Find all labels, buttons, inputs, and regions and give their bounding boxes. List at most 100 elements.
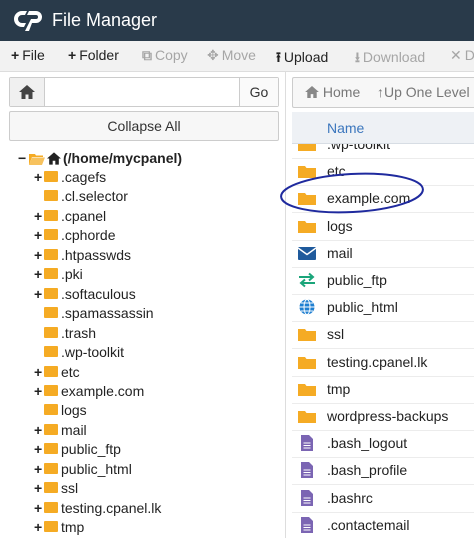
file-row[interactable]: .bash_profile: [292, 457, 474, 486]
pane-divider[interactable]: [285, 71, 286, 538]
file-list-header: Name: [292, 112, 474, 144]
expand-toggle-icon[interactable]: +: [34, 207, 44, 226]
tree-item[interactable]: + .pki: [34, 265, 274, 284]
tree-item-label: logs: [61, 402, 87, 419]
tree-item-label: .pki: [61, 266, 83, 283]
up-one-level-button[interactable]: ↑Up One Level: [377, 84, 470, 100]
tree-item[interactable]: .cl.selector: [34, 187, 274, 206]
tree-item[interactable]: + .cphorde: [34, 226, 274, 245]
tree-item[interactable]: + mail: [34, 421, 274, 440]
file-row[interactable]: .bashrc: [292, 485, 474, 513]
tree-item-label: .softaculous: [61, 285, 136, 302]
file-name: .contactemail: [327, 516, 410, 533]
expand-toggle-icon[interactable]: +: [34, 265, 44, 284]
tree-item[interactable]: + public_ftp: [34, 440, 274, 459]
file-row[interactable]: testing.cpanel.lk: [292, 349, 474, 377]
upload-button[interactable]: ⭱ Upload: [276, 47, 328, 71]
tree-item[interactable]: + .cagefs: [34, 168, 274, 187]
tree-item[interactable]: .wp-toolkit: [34, 343, 274, 362]
collapse-toggle-icon[interactable]: −: [18, 149, 28, 168]
expand-toggle-icon[interactable]: +: [34, 168, 44, 187]
tree-item-label: public_html: [61, 460, 132, 477]
tree-item-label: .htpasswds: [61, 246, 132, 263]
folder-icon: [44, 346, 58, 358]
file-row[interactable]: public_ftp: [292, 267, 474, 295]
tree-item-label: public_ftp: [61, 441, 121, 458]
go-button[interactable]: Go: [239, 78, 278, 106]
file-name: .bash_logout: [327, 435, 408, 452]
folder-icon: [44, 209, 58, 221]
tree-item[interactable]: logs: [34, 401, 274, 420]
expand-toggle-icon[interactable]: +: [34, 285, 44, 304]
tree-root-label: (/home/mycpanel): [63, 150, 183, 166]
expand-toggle-icon[interactable]: +: [34, 460, 44, 479]
move-button[interactable]: ✥ Move: [207, 47, 256, 64]
folder-icon: [44, 365, 58, 377]
tree-root[interactable]: − (/home/mycpanel): [18, 149, 278, 168]
move-icon: ✥: [207, 47, 219, 63]
expand-toggle-icon[interactable]: +: [34, 226, 44, 245]
tree-item[interactable]: .spamassassin: [34, 304, 274, 323]
text-file-icon: [298, 462, 316, 479]
tree-item[interactable]: + ssl: [34, 479, 274, 498]
tree-item[interactable]: + testing.cpanel.lk: [34, 499, 274, 518]
file-name: mail: [327, 244, 353, 261]
file-name: logs: [327, 217, 353, 234]
folder-icon: [44, 482, 58, 494]
upload-icon: ⭱: [276, 49, 281, 65]
directory-tree: − (/home/mycpanel) + .cagefs .cl.selector +…: [0, 146, 285, 538]
file-row[interactable]: public_html: [292, 294, 474, 323]
folder-icon: [44, 501, 58, 513]
tree-home-button[interactable]: [10, 78, 45, 106]
file-row[interactable]: mail: [292, 240, 474, 268]
collapse-all-button[interactable]: Collapse All: [9, 111, 279, 141]
download-button[interactable]: ⭳ Download: [355, 47, 425, 71]
expand-toggle-icon[interactable]: +: [34, 518, 44, 537]
expand-toggle-icon[interactable]: +: [34, 499, 44, 518]
expand-toggle-icon[interactable]: +: [34, 363, 44, 382]
text-file-icon: [298, 435, 316, 452]
home-icon: [19, 85, 35, 99]
folder-icon: [298, 408, 316, 424]
file-row[interactable]: wordpress-backups: [292, 403, 474, 431]
folder-icon: [44, 248, 58, 260]
folder-icon: [44, 190, 58, 202]
file-row[interactable]: .wp-toolkit: [292, 144, 474, 159]
tree-item[interactable]: + .htpasswds: [34, 246, 274, 265]
expand-toggle-icon[interactable]: +: [34, 479, 44, 498]
expand-toggle-icon[interactable]: +: [34, 382, 44, 401]
folder-icon: [44, 171, 58, 182]
folder-icon: [44, 326, 58, 338]
file-row[interactable]: .contactemail: [292, 512, 474, 538]
expand-toggle-icon[interactable]: +: [34, 440, 44, 459]
home-button[interactable]: Home: [305, 84, 360, 100]
tree-item[interactable]: + tmp: [34, 518, 274, 537]
tree-item[interactable]: + .cpanel: [34, 207, 274, 226]
path-input[interactable]: [45, 78, 238, 106]
file-row[interactable]: tmp: [292, 376, 474, 404]
delete-button[interactable]: ✕ D: [450, 47, 474, 64]
tree-item-label: .trash: [61, 324, 97, 341]
file-row[interactable]: logs: [292, 213, 474, 241]
file-row[interactable]: ssl: [292, 321, 474, 350]
tree-item[interactable]: + example.com: [34, 382, 274, 401]
text-file-icon: [298, 516, 316, 533]
name-column-header[interactable]: Name: [327, 120, 364, 136]
expand-toggle-icon[interactable]: +: [34, 246, 44, 265]
path-bar: Go: [9, 77, 279, 107]
tree-item[interactable]: + etc: [34, 363, 274, 382]
new-file-button[interactable]: + File: [11, 47, 45, 63]
tree-item[interactable]: + .softaculous: [34, 285, 274, 304]
file-row[interactable]: .bash_logout: [292, 430, 474, 459]
tree-item-label: testing.cpanel.lk: [61, 499, 162, 516]
tree-item-label: etc: [61, 363, 80, 380]
tree-item[interactable]: .trash: [34, 324, 274, 343]
folder-icon: [44, 521, 58, 533]
folder-icon: [298, 381, 316, 397]
copy-button[interactable]: ⧉ Copy: [142, 47, 188, 64]
folder-icon: [44, 287, 58, 299]
new-folder-button[interactable]: + Folder: [68, 47, 119, 63]
file-name: tmp: [327, 380, 351, 397]
tree-item[interactable]: + public_html: [34, 460, 274, 479]
expand-toggle-icon[interactable]: +: [34, 421, 44, 440]
